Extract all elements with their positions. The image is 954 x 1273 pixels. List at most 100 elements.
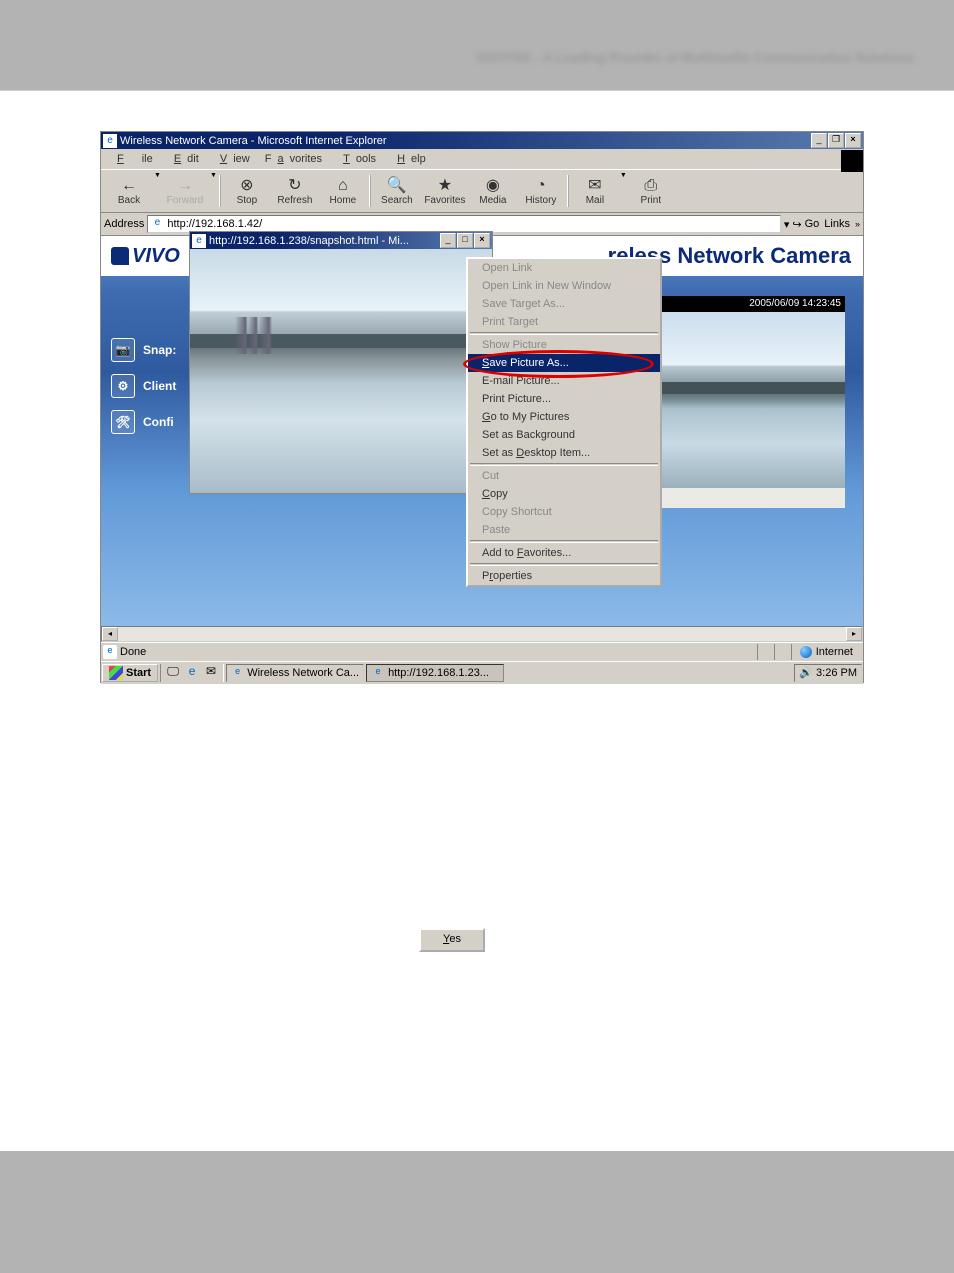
ctx-copy[interactable]: Copy: [468, 485, 660, 503]
page-icon: e: [150, 217, 164, 231]
menubar[interactable]: File Edit View Favorites Tools Help: [101, 149, 863, 170]
start-button[interactable]: Start: [102, 664, 158, 682]
ie-icon: e: [371, 666, 385, 680]
stop-button[interactable]: ⊗Stop: [223, 172, 271, 210]
scroll-right[interactable]: ▸: [846, 627, 862, 641]
ctx-save-picture-as[interactable]: Save Picture As...: [468, 354, 660, 372]
popup-titlebar[interactable]: e http://192.168.1.238/snapshot.html - M…: [190, 232, 492, 249]
snapshot-image[interactable]: [190, 249, 492, 493]
window-titlebar[interactable]: e Wireless Network Camera - Microsoft In…: [101, 132, 863, 149]
taskbar-item-2[interactable]: ehttp://192.168.1.23...: [366, 664, 504, 682]
links-chevron[interactable]: »: [855, 219, 860, 229]
ctx-show-picture: Show Picture: [468, 336, 660, 354]
separator: [567, 175, 569, 207]
ctx-email-picture[interactable]: E-mail Picture...: [468, 372, 660, 390]
ctx-save-target: Save Target As...: [468, 295, 660, 313]
mail-button[interactable]: ✉Mail: [571, 172, 619, 210]
address-label: Address: [104, 218, 144, 230]
vivotek-logo: VIVO: [111, 245, 180, 268]
clock: 3:26 PM: [816, 667, 857, 679]
scroll-left[interactable]: ◂: [102, 627, 118, 641]
doc-footer: [0, 1151, 954, 1273]
content: e Wireless Network Camera - Microsoft In…: [0, 91, 954, 1151]
go-button[interactable]: Go: [805, 218, 820, 230]
address-dropdown[interactable]: ▾: [784, 218, 790, 231]
menu-view[interactable]: View: [208, 149, 256, 169]
yes-button[interactable]: Yes: [419, 928, 485, 952]
quick-launch: 🖵 e ✉: [160, 664, 224, 682]
gear-icon: ⚙: [111, 374, 135, 398]
system-tray[interactable]: 🔊 3:26 PM: [794, 664, 862, 682]
media-button[interactable]: ◉Media: [469, 172, 517, 210]
ql-ie-icon[interactable]: e: [183, 664, 201, 682]
status-text: Done: [120, 646, 146, 658]
menu-tools[interactable]: Tools: [331, 149, 382, 169]
taskbar: Start 🖵 e ✉ eWireless Network Ca... ehtt…: [101, 661, 863, 684]
menu-file[interactable]: File: [105, 149, 159, 169]
ctx-paste: Paste: [468, 521, 660, 539]
zone-pane: Internet: [791, 644, 861, 660]
ctx-open-link: Open Link: [468, 259, 660, 277]
ctx-goto-mypictures[interactable]: Go to My Pictures: [468, 408, 660, 426]
context-menu: Open Link Open Link in New Window Save T…: [466, 257, 662, 587]
page: VIVOTEK - A Leading Provider of Multimed…: [0, 0, 954, 1273]
image-detail: [235, 317, 341, 354]
back-dropdown[interactable]: ▼: [154, 172, 161, 210]
separator: [369, 175, 371, 207]
ctx-copy-shortcut: Copy Shortcut: [468, 503, 660, 521]
toolbar: ←Back▼ →Forward▼ ⊗Stop ↻Refresh ⌂Home 🔍S…: [101, 170, 863, 213]
maximize-button[interactable]: ❐: [828, 133, 844, 148]
popup-content: [190, 249, 492, 493]
search-button[interactable]: 🔍Search: [373, 172, 421, 210]
tools-icon: 🛠: [111, 410, 135, 434]
back-button[interactable]: ←Back: [105, 172, 153, 210]
menu-help[interactable]: Help: [385, 149, 432, 169]
header-blurred-text: VIVOTEK - A Leading Provider of Multimed…: [475, 50, 914, 65]
favorites-button[interactable]: ★Favorites: [421, 172, 469, 210]
ctx-add-favorites[interactable]: Add to Favorites...: [468, 544, 660, 562]
menu-separator: [470, 563, 658, 566]
menu-edit[interactable]: Edit: [162, 149, 205, 169]
ctx-set-desktop[interactable]: Set as Desktop Item...: [468, 444, 660, 462]
popup-window: e http://192.168.1.238/snapshot.html - M…: [189, 231, 493, 494]
print-button[interactable]: ⎙Print: [627, 172, 675, 210]
ie-icon: e: [231, 666, 244, 680]
throbber: [841, 150, 863, 172]
ctx-print-picture[interactable]: Print Picture...: [468, 390, 660, 408]
scroll-track[interactable]: [118, 627, 846, 641]
ctx-properties[interactable]: Properties: [468, 567, 660, 585]
refresh-button[interactable]: ↻Refresh: [271, 172, 319, 210]
doc-header: VIVOTEK - A Leading Provider of Multimed…: [0, 0, 954, 90]
minimize-button[interactable]: _: [811, 133, 827, 148]
ctx-open-link-new: Open Link in New Window: [468, 277, 660, 295]
taskbar-item-1[interactable]: eWireless Network Ca...: [226, 664, 364, 682]
status-pane: [774, 644, 791, 660]
browser-window: e Wireless Network Camera - Microsoft In…: [100, 131, 864, 683]
separator: [219, 175, 221, 207]
ql-oe-icon[interactable]: ✉: [202, 664, 220, 682]
status-bar: e Done Internet: [101, 642, 863, 661]
horizontal-scrollbar[interactable]: ◂ ▸: [101, 626, 863, 642]
forward-button[interactable]: →Forward: [161, 172, 209, 210]
history-button[interactable]: ◔History: [517, 172, 565, 210]
ctx-set-background[interactable]: Set as Background: [468, 426, 660, 444]
menu-favorites[interactable]: Favorites: [259, 149, 328, 169]
globe-icon: [800, 646, 812, 658]
minimize-button[interactable]: _: [440, 233, 456, 248]
mail-dropdown[interactable]: ▼: [620, 172, 627, 210]
close-button[interactable]: ×: [845, 133, 861, 148]
ctx-print-target: Print Target: [468, 313, 660, 331]
status-icon: e: [103, 645, 117, 659]
go-icon: ↪: [792, 218, 801, 231]
links-button[interactable]: Links: [822, 218, 852, 230]
forward-dropdown[interactable]: ▼: [210, 172, 217, 210]
maximize-button[interactable]: □: [457, 233, 473, 248]
tray-icon[interactable]: 🔊: [799, 666, 813, 680]
status-pane: [757, 644, 774, 660]
ql-desktop-icon[interactable]: 🖵: [164, 664, 182, 682]
close-button[interactable]: ×: [474, 233, 490, 248]
window-title: Wireless Network Camera - Microsoft Inte…: [120, 135, 810, 147]
home-button[interactable]: ⌂Home: [319, 172, 367, 210]
ctx-cut: Cut: [468, 467, 660, 485]
popup-title: http://192.168.1.238/snapshot.html - Mi.…: [209, 235, 439, 247]
